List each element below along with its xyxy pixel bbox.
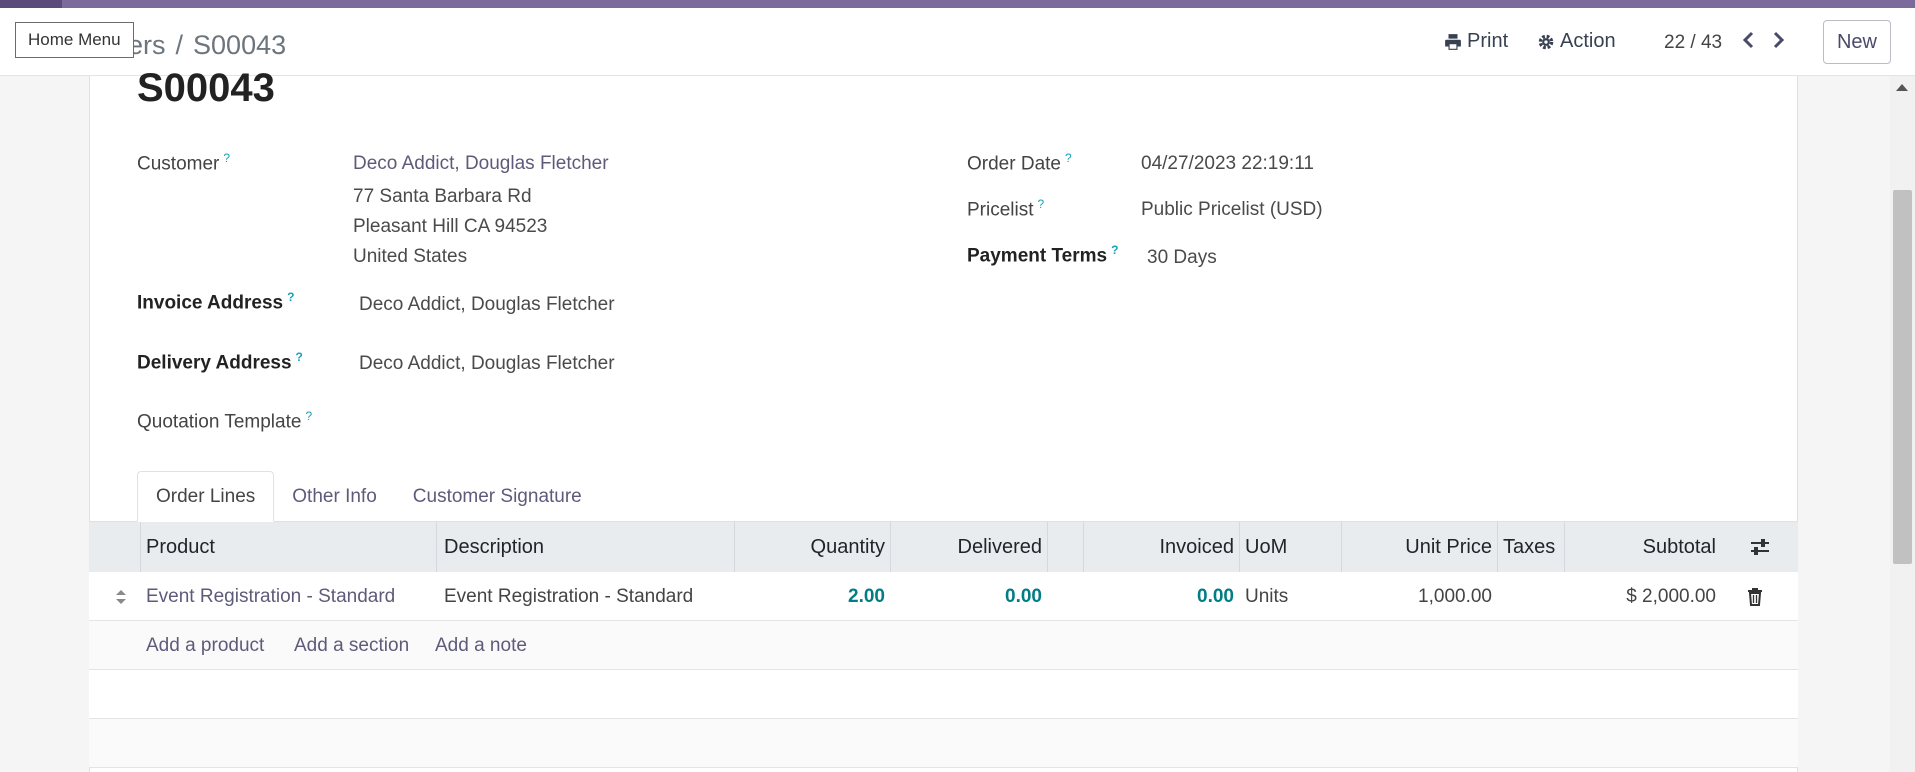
cell-uom[interactable]: Units: [1245, 572, 1335, 621]
help-tooltip-icon[interactable]: ?: [305, 409, 312, 423]
action-label: Action: [1560, 30, 1616, 52]
cell-delivered[interactable]: 0.00: [895, 572, 1042, 621]
quotation-template-field[interactable]: [359, 411, 659, 435]
add-section-link[interactable]: Add a section: [294, 621, 409, 670]
delivery-address-field[interactable]: Deco Addict, Douglas Fletcher: [359, 353, 615, 375]
column-header-description[interactable]: Description: [444, 522, 724, 572]
column-separator: [1239, 522, 1240, 572]
help-tooltip-icon[interactable]: ?: [223, 151, 230, 165]
record-title: S00043: [137, 66, 275, 110]
empty-row: [89, 670, 1798, 719]
breadcrumb-separator: /: [175, 30, 184, 60]
payment-terms-field[interactable]: 30 Days: [1147, 247, 1217, 269]
new-record-button[interactable]: New: [1823, 20, 1891, 64]
column-separator: [1047, 522, 1048, 572]
add-product-link[interactable]: Add a product: [146, 621, 264, 670]
customer-address-country: United States: [353, 246, 468, 267]
column-separator: [1564, 522, 1565, 572]
scrollbar-thumb[interactable]: [1893, 190, 1912, 564]
customer-address-street: 77 Santa Barbara Rd: [353, 186, 532, 207]
chevron-left-icon[interactable]: [1742, 30, 1756, 55]
column-separator: [734, 522, 735, 572]
column-header-taxes[interactable]: Taxes: [1503, 522, 1563, 572]
cell-unit-price[interactable]: 1,000.00: [1347, 572, 1492, 621]
table-row[interactable]: Event Registration - Standard Event Regi…: [89, 572, 1798, 621]
tab-other-info[interactable]: Other Info: [274, 471, 395, 522]
empty-row: [89, 719, 1798, 768]
drag-handle-icon[interactable]: [115, 572, 135, 621]
column-separator: [140, 522, 141, 572]
column-header-quantity[interactable]: Quantity: [739, 522, 885, 572]
column-header-invoiced[interactable]: Invoiced: [1088, 522, 1235, 572]
help-tooltip-icon[interactable]: ?: [1038, 197, 1045, 211]
help-tooltip-icon[interactable]: ?: [287, 290, 294, 304]
column-separator: [1083, 522, 1084, 572]
quotation-template-label: Quotation Template?: [137, 409, 313, 433]
help-tooltip-icon[interactable]: ?: [1065, 151, 1072, 165]
cell-subtotal: $ 2,000.00: [1626, 585, 1716, 607]
order-date-label: Order Date?: [967, 151, 1072, 175]
invoice-address-field[interactable]: Deco Addict, Douglas Fletcher: [359, 294, 615, 316]
app-top-strip-accent: [0, 0, 62, 8]
column-header-product[interactable]: Product: [146, 522, 426, 572]
payment-terms-label: Payment Terms?: [967, 243, 1119, 267]
trash-icon[interactable]: [1747, 572, 1767, 621]
home-menu-button[interactable]: Home Menu: [15, 22, 134, 58]
order-lines-header: Product Description Quantity Delivered I…: [89, 522, 1798, 572]
breadcrumb-current: S00043: [193, 30, 287, 60]
add-line-row: Add a product Add a section Add a note: [89, 621, 1798, 670]
help-tooltip-icon[interactable]: ?: [1111, 243, 1118, 257]
customer-label: Customer?: [137, 151, 231, 175]
column-header-uom[interactable]: UoM: [1245, 522, 1335, 572]
column-header-delivered[interactable]: Delivered: [895, 522, 1042, 572]
control-panel: Home Menu ers / S00043 Print Action 22 / 4…: [0, 8, 1915, 76]
pager-value[interactable]: 22 / 43: [1664, 32, 1722, 54]
breadcrumb-parent-link[interactable]: ers: [128, 30, 166, 60]
column-separator: [1497, 522, 1498, 572]
cell-invoiced[interactable]: 0.00: [1088, 572, 1234, 621]
pricelist-label: Pricelist?: [967, 197, 1045, 221]
customer-address-city: Pleasant Hill CA 94523: [353, 216, 548, 237]
cell-product[interactable]: Event Registration - Standard: [146, 572, 431, 621]
pricelist-field[interactable]: Public Pricelist (USD): [1141, 199, 1323, 221]
delivery-address-label: Delivery Address?: [137, 350, 303, 374]
column-separator: [1341, 522, 1342, 572]
order-date-field[interactable]: 04/27/2023 22:19:11: [1141, 153, 1314, 175]
page-scrollbar[interactable]: [1890, 76, 1915, 772]
print-label: Print: [1467, 30, 1509, 52]
cell-quantity[interactable]: 2.00: [739, 572, 885, 621]
print-button[interactable]: Print: [1444, 30, 1508, 53]
column-separator: [890, 522, 891, 572]
form-tabs: Order Lines Other Info Customer Signatur…: [137, 471, 600, 522]
tab-order-lines[interactable]: Order Lines: [137, 471, 275, 522]
cell-taxes[interactable]: [1503, 572, 1563, 621]
cell-description[interactable]: Event Registration - Standard: [444, 572, 729, 621]
scroll-up-arrow-icon[interactable]: [1896, 84, 1908, 91]
breadcrumb: ers / S00043: [128, 30, 286, 61]
column-separator: [436, 522, 437, 572]
app-top-strip: [0, 0, 1915, 8]
column-header-subtotal[interactable]: Subtotal: [1569, 522, 1716, 572]
gear-icon: [1538, 34, 1554, 49]
column-settings-icon[interactable]: [1749, 522, 1779, 572]
tab-customer-signature[interactable]: Customer Signature: [395, 471, 600, 522]
action-button[interactable]: Action: [1537, 30, 1616, 53]
chevron-right-icon[interactable]: [1771, 30, 1785, 55]
add-note-link[interactable]: Add a note: [435, 621, 527, 670]
help-tooltip-icon[interactable]: ?: [296, 350, 303, 364]
invoice-address-label: Invoice Address?: [137, 290, 295, 314]
printer-icon: [1445, 33, 1461, 50]
customer-name-link[interactable]: Deco Addict, Douglas Fletcher: [353, 153, 609, 175]
column-header-unit-price[interactable]: Unit Price: [1347, 522, 1492, 572]
